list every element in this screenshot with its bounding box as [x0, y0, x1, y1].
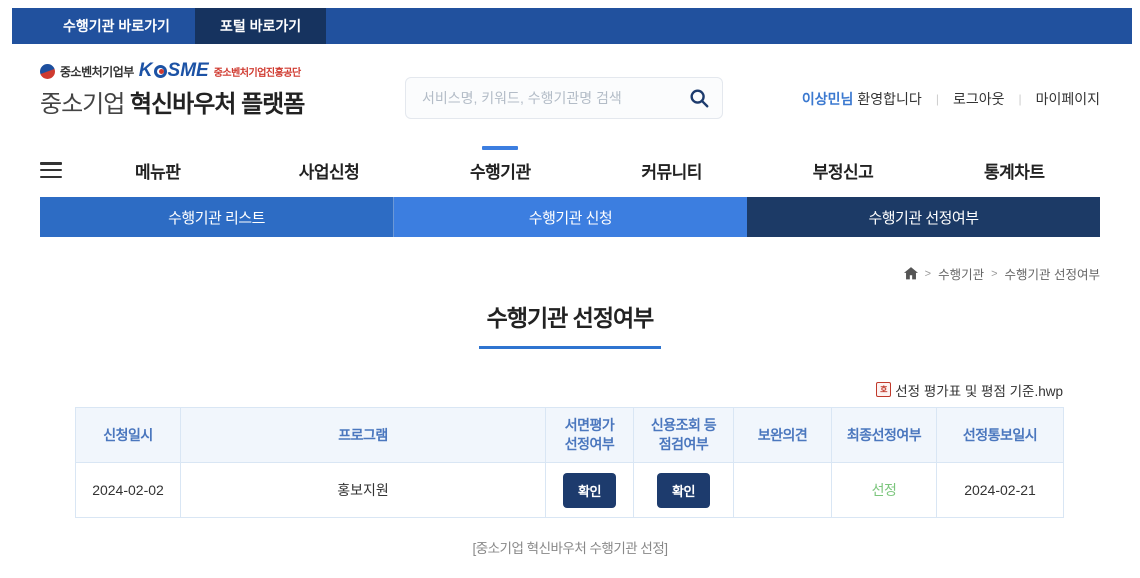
cell-apply-date: 2024-02-02 [76, 463, 181, 518]
file-link-row: 호 선정 평가표 및 평점 기준.hwp [75, 379, 1063, 400]
page-root: 수행기관 바로가기 포털 바로가기 중소벤처기업부 KSME 중소벤처기업진흥공… [0, 0, 1140, 578]
site-title-bold: 혁신바우처 플랫폼 [130, 91, 304, 118]
file-link-label: 선정 평가표 및 평점 기준.hwp [895, 380, 1063, 400]
ministry-name: 중소벤처기업부 [60, 63, 134, 80]
col-credit-check: 신용조회 등 점검여부 [634, 408, 734, 463]
breadcrumb: > 수행기관 > 수행기관 선정여부 [904, 264, 1100, 283]
hamburger-menu-icon[interactable] [40, 162, 62, 178]
cell-supplement [734, 463, 832, 518]
nav-item-report[interactable]: 부정신고 [757, 158, 928, 183]
divider: | [936, 92, 939, 106]
quicklink-portal[interactable]: 포털 바로가기 [195, 8, 326, 44]
logout-link[interactable]: 로그아웃 [953, 89, 1005, 109]
selection-status: 선정 [872, 482, 897, 498]
ministry-taegeuk-icon [40, 64, 55, 79]
welcome-text: 환영합니다 [857, 89, 921, 109]
cell-program: 홍보지원 [181, 463, 546, 518]
subnav-org-list[interactable]: 수행기관 리스트 [40, 197, 394, 237]
search-button[interactable] [682, 81, 716, 115]
site-logo[interactable]: 중소벤처기업부 KSME 중소벤처기업진흥공단 중소기업 혁신바우처 플랫폼 [40, 62, 304, 119]
col-notify-date: 선정통보일시 [937, 408, 1064, 463]
table-row: 2024-02-02 홍보지원 확인 확인 선정 2024-02-21 [76, 463, 1064, 518]
active-nav-indicator [482, 146, 518, 150]
evaluation-file-link[interactable]: 호 선정 평가표 및 평점 기준.hwp [876, 380, 1063, 400]
footer-note: [중소기업 혁신바우처 수행기관 선정] [0, 537, 1140, 557]
divider: | [1018, 92, 1021, 106]
cell-final-selection: 선정 [832, 463, 937, 518]
mypage-link[interactable]: 마이페이지 [1036, 89, 1100, 109]
breadcrumb-current: 수행기관 선정여부 [1005, 264, 1100, 283]
paper-eval-confirm-button[interactable]: 확인 [563, 473, 616, 508]
subnav-org-apply[interactable]: 수행기관 신청 [394, 197, 747, 237]
nav-item-statistics[interactable]: 통계차트 [929, 158, 1100, 183]
col-supplement: 보완의견 [734, 408, 832, 463]
title-wrap: 수행기관 선정여부 [0, 299, 1140, 349]
subnav-org-selection[interactable]: 수행기관 선정여부 [747, 197, 1100, 237]
cell-paper-eval: 확인 [546, 463, 634, 518]
kosme-o-icon [154, 65, 167, 78]
site-title-light: 중소기업 [40, 91, 130, 118]
user-menu: 이상민님 환영합니다 | 로그아웃 | 마이페이지 [802, 89, 1100, 109]
logo-top-line: 중소벤처기업부 KSME 중소벤처기업진흥공단 [40, 62, 304, 80]
selection-result-table: 신청일시 프로그램 서면평가 선정여부 신용조회 등 점검여부 보완의견 최종선… [75, 407, 1064, 518]
nav-item-community[interactable]: 커뮤니티 [586, 158, 757, 183]
nav-item-menuboard[interactable]: 메뉴판 [72, 158, 243, 183]
credit-check-confirm-button[interactable]: 확인 [657, 473, 710, 508]
kosme-logo: KSME [139, 60, 209, 82]
search-icon [688, 87, 710, 109]
quicklink-performing-org[interactable]: 수행기관 바로가기 [38, 8, 195, 44]
page-title: 수행기관 선정여부 [479, 299, 662, 349]
breadcrumb-performing-org[interactable]: 수행기관 [938, 264, 984, 283]
table-header-row: 신청일시 프로그램 서면평가 선정여부 신용조회 등 점검여부 보완의견 최종선… [76, 408, 1064, 463]
site-title: 중소기업 혁신바우처 플랫폼 [40, 84, 304, 119]
col-apply-date: 신청일시 [76, 408, 181, 463]
col-paper-eval: 서면평가 선정여부 [546, 408, 634, 463]
cell-credit-check: 확인 [634, 463, 734, 518]
main-nav: 메뉴판 사업신청 수행기관 커뮤니티 부정신고 통계차트 [40, 152, 1100, 188]
col-final-selection: 최종선정여부 [832, 408, 937, 463]
kosme-subtitle: 중소벤처기업진흥공단 [214, 64, 301, 79]
search-box [405, 77, 723, 119]
sub-nav: 수행기관 리스트 수행기관 신청 수행기관 선정여부 [40, 197, 1100, 237]
user-name: 이상민님 [802, 89, 854, 109]
nav-item-performing-org[interactable]: 수행기관 [415, 158, 586, 183]
col-program: 프로그램 [181, 408, 546, 463]
nav-item-apply[interactable]: 사업신청 [243, 158, 414, 183]
search-input[interactable] [422, 90, 682, 106]
hwp-file-icon: 호 [876, 382, 891, 397]
quicklink-bar: 수행기관 바로가기 포털 바로가기 [12, 8, 1132, 44]
home-icon[interactable] [904, 267, 918, 280]
cell-notify-date: 2024-02-21 [937, 463, 1064, 518]
